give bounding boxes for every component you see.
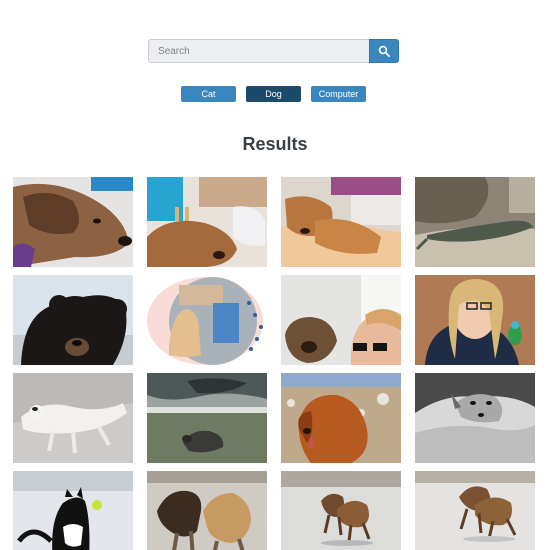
result-image-11[interactable] (281, 373, 401, 463)
result-image-16[interactable] (415, 471, 535, 550)
result-image-2[interactable] (147, 177, 267, 267)
result-image-1[interactable] (13, 177, 133, 267)
result-image-8[interactable] (415, 275, 535, 365)
result-image-5[interactable] (13, 275, 133, 365)
search-icon (378, 45, 390, 57)
result-image-3[interactable] (281, 177, 401, 267)
result-image-10[interactable] (147, 373, 267, 463)
results-title: Results (242, 134, 308, 154)
result-image-14[interactable] (147, 471, 267, 550)
search-input[interactable] (148, 39, 369, 63)
filter-computer-button[interactable]: Computer (311, 86, 366, 102)
result-image-6[interactable] (147, 275, 267, 365)
result-image-4[interactable] (415, 177, 535, 267)
result-image-7[interactable] (281, 275, 401, 365)
search-button[interactable] (369, 39, 399, 63)
filter-dog-button[interactable]: Dog (246, 86, 301, 102)
result-image-9[interactable] (13, 373, 133, 463)
search-bar (148, 39, 399, 63)
result-image-15[interactable] (281, 471, 401, 550)
result-image-13[interactable] (13, 471, 133, 550)
result-image-12[interactable] (415, 373, 535, 463)
filter-cat-button[interactable]: Cat (181, 86, 236, 102)
